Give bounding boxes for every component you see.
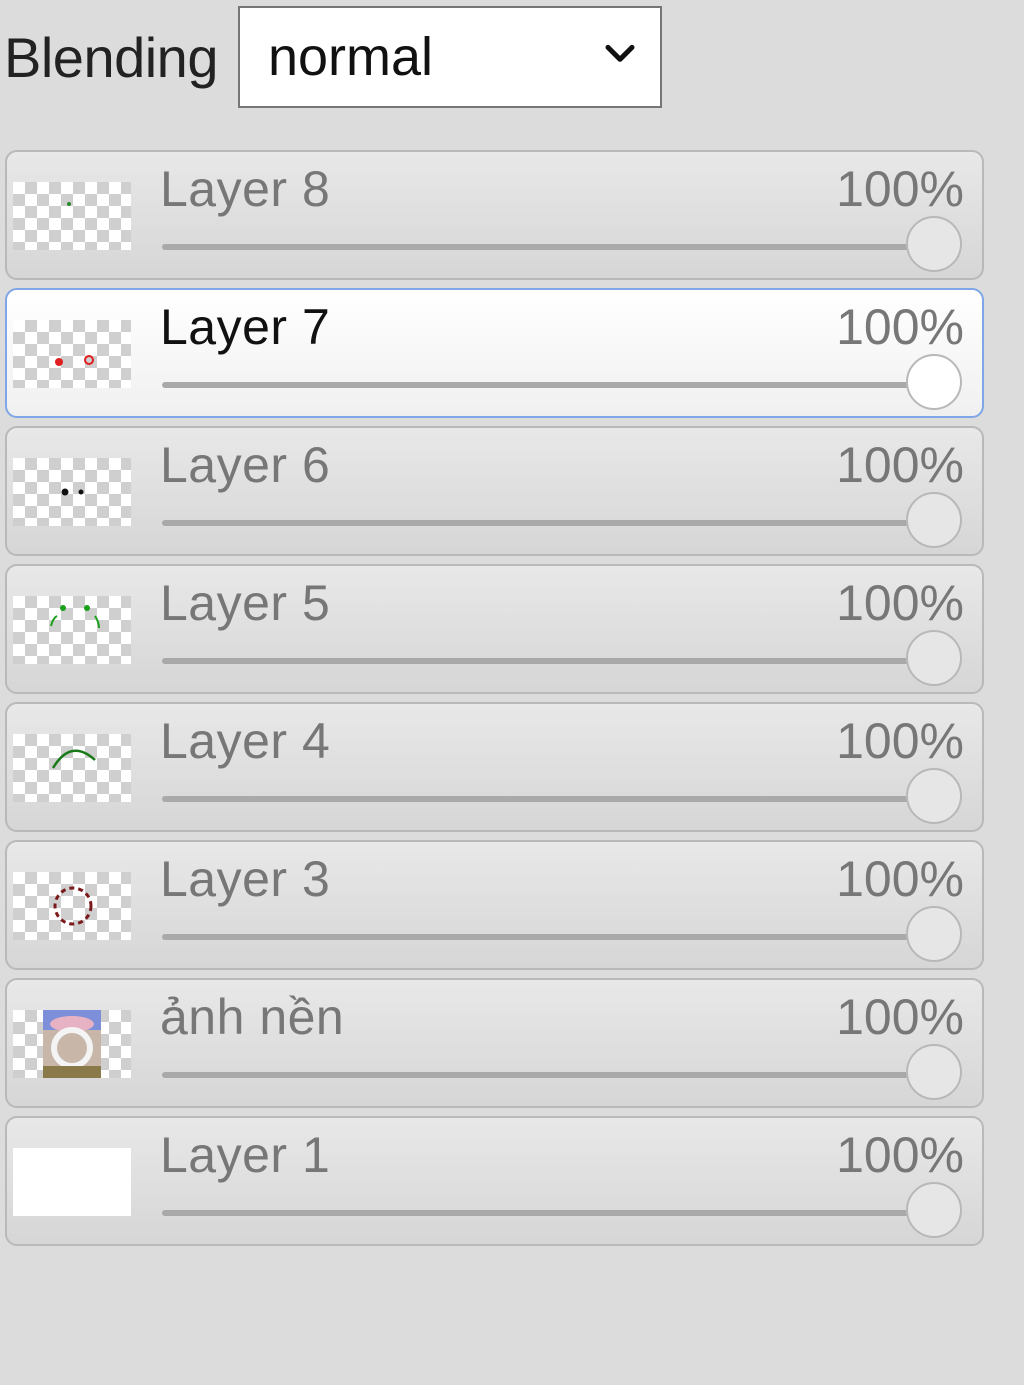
- layer-thumbnail[interactable]: [13, 1148, 131, 1216]
- blending-row: Blending normal: [4, 4, 662, 110]
- opacity-slider-track[interactable]: [162, 244, 934, 250]
- chevron-down-icon: [605, 44, 635, 62]
- opacity-slider-track[interactable]: [162, 796, 934, 802]
- layers-panel: Blending normal Layer 8 100% Layer 7 100% La…: [0, 0, 1024, 1385]
- opacity-slider-handle[interactable]: [906, 1044, 962, 1100]
- layer-row[interactable]: Layer 4 100%: [5, 702, 984, 832]
- opacity-slider-track[interactable]: [162, 934, 934, 940]
- opacity-slider-handle[interactable]: [906, 768, 962, 824]
- layer-opacity-value: 100%: [836, 299, 964, 355]
- opacity-slider-handle[interactable]: [906, 492, 962, 548]
- opacity-slider-handle[interactable]: [906, 630, 962, 686]
- layer-row[interactable]: Layer 5 100%: [5, 564, 984, 694]
- layer-opacity-value: 100%: [836, 437, 964, 493]
- layer-name[interactable]: Layer 5: [160, 574, 330, 632]
- layer-name[interactable]: Layer 4: [160, 712, 330, 770]
- layer-name[interactable]: Layer 8: [160, 160, 330, 218]
- layer-opacity-value: 100%: [836, 575, 964, 631]
- opacity-slider-track[interactable]: [162, 520, 934, 526]
- opacity-slider-track[interactable]: [162, 658, 934, 664]
- layer-row[interactable]: Layer 7 100%: [5, 288, 984, 418]
- opacity-slider-handle[interactable]: [906, 906, 962, 962]
- opacity-slider-handle[interactable]: [906, 1182, 962, 1238]
- layer-name[interactable]: Layer 3: [160, 850, 330, 908]
- opacity-slider-track[interactable]: [162, 1210, 934, 1216]
- opacity-slider-track[interactable]: [162, 1072, 934, 1078]
- layer-thumbnail[interactable]: [13, 182, 131, 250]
- layer-thumbnail[interactable]: [13, 320, 131, 388]
- opacity-slider-handle[interactable]: [906, 216, 962, 272]
- layer-name[interactable]: Layer 6: [160, 436, 330, 494]
- layer-thumbnail[interactable]: [13, 596, 131, 664]
- layer-row[interactable]: Layer 1 100%: [5, 1116, 984, 1246]
- layer-thumbnail[interactable]: [13, 734, 131, 802]
- blending-select[interactable]: normal: [237, 6, 662, 108]
- layer-thumbnail[interactable]: [13, 872, 131, 940]
- layer-thumbnail[interactable]: [13, 1010, 131, 1078]
- layer-opacity-value: 100%: [836, 713, 964, 769]
- layer-row[interactable]: ảnh nền 100%: [5, 978, 984, 1108]
- layer-opacity-value: 100%: [836, 851, 964, 907]
- layer-row[interactable]: Layer 8 100%: [5, 150, 984, 280]
- layer-thumbnail[interactable]: [13, 458, 131, 526]
- layer-row[interactable]: Layer 6 100%: [5, 426, 984, 556]
- blending-label: Blending: [4, 25, 218, 89]
- layer-list: Layer 8 100% Layer 7 100% Layer 6 100% Layer 5…: [5, 150, 985, 1254]
- layer-name[interactable]: Layer 1: [160, 1126, 330, 1184]
- blending-selected-value: normal: [267, 27, 434, 87]
- opacity-slider-handle[interactable]: [906, 354, 962, 410]
- opacity-slider-track[interactable]: [162, 382, 934, 388]
- layer-opacity-value: 100%: [836, 161, 964, 217]
- layer-opacity-value: 100%: [836, 1127, 964, 1183]
- layer-name[interactable]: Layer 7: [160, 298, 330, 356]
- layer-name[interactable]: ảnh nền: [160, 988, 344, 1046]
- layer-opacity-value: 100%: [836, 989, 964, 1045]
- layer-row[interactable]: Layer 3 100%: [5, 840, 984, 970]
